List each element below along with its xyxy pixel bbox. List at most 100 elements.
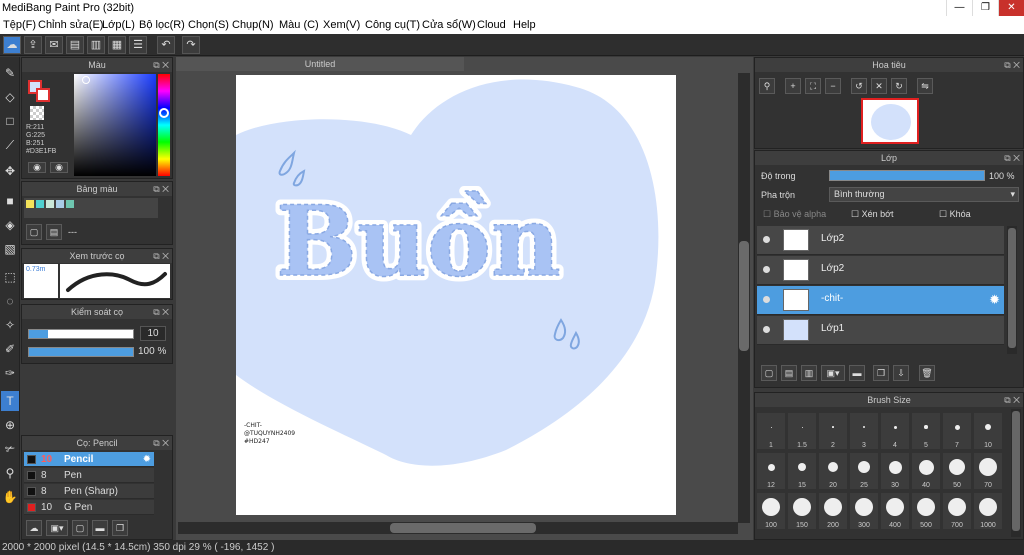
vertical-scrollbar[interactable] xyxy=(738,73,750,523)
divide-tool-icon[interactable]: ✃ xyxy=(1,439,19,459)
comment-icon[interactable]: ✉ xyxy=(45,36,63,54)
redo-icon[interactable]: ↷ xyxy=(182,36,200,54)
palette-swatch[interactable] xyxy=(66,200,74,208)
panel-options-icon[interactable]: ⧉ ✕ xyxy=(153,182,169,196)
menu-select[interactable]: Chọn(S) xyxy=(188,16,229,34)
brush-item-pen[interactable]: 8 Pen xyxy=(24,468,154,483)
panel-options-icon[interactable]: ⧉ ✕ xyxy=(153,436,169,450)
picker-cursor[interactable] xyxy=(82,76,90,84)
new-palette-icon[interactable]: ▢ xyxy=(26,224,42,240)
visibility-icon[interactable] xyxy=(763,266,770,273)
color-add-icon[interactable]: ◉ xyxy=(28,162,46,173)
brush-copy-icon[interactable]: ▢ xyxy=(72,520,88,536)
rectangle-tool-icon[interactable]: □ xyxy=(1,111,19,131)
fill-rect-tool-icon[interactable]: ■ xyxy=(1,191,19,211)
layer-row[interactable]: Lớp2 xyxy=(757,256,1004,285)
eyedropper-tool-icon[interactable]: ⚲ xyxy=(1,463,19,483)
brush-size-cell[interactable]: 2 xyxy=(819,413,847,449)
menu-tools[interactable]: Công cụ(T) xyxy=(365,16,420,34)
delete-layer-icon[interactable]: 🗑 xyxy=(919,365,935,381)
brush-size-cell[interactable]: 1000 xyxy=(974,493,1002,529)
brush-settings-gear-icon[interactable]: ✹ xyxy=(143,452,151,467)
horizontal-scroll-thumb[interactable] xyxy=(390,523,536,533)
chat-icon[interactable]: ▤ xyxy=(66,36,84,54)
menu-window[interactable]: Cửa sổ(W) xyxy=(422,16,476,34)
brush-size-cell[interactable]: 100 xyxy=(757,493,785,529)
canvas-paper[interactable]: Buồn Buồn -CHIT- @TUQUYNH2409 #HD247 xyxy=(236,75,676,515)
cloud-brush-icon[interactable]: ☁ xyxy=(26,520,42,536)
brush-size-cell[interactable]: 10 xyxy=(974,413,1002,449)
rotate-right-icon[interactable]: ↻ xyxy=(891,78,907,94)
layer-row-selected[interactable]: -chit- ✹ xyxy=(757,286,1004,315)
brush-size-cell[interactable]: 20 xyxy=(819,453,847,489)
palette-menu-icon[interactable]: ▤ xyxy=(46,224,62,240)
brush-size-cell[interactable]: 70 xyxy=(974,453,1002,489)
layer-row[interactable]: Lớp2 xyxy=(757,226,1004,255)
saturation-value-picker[interactable] xyxy=(74,74,156,176)
palette-swatch[interactable] xyxy=(26,200,34,208)
navigator-thumbnail[interactable] xyxy=(861,98,919,144)
reset-view-icon[interactable]: ✕ xyxy=(871,78,887,94)
palette-swatch[interactable] xyxy=(56,200,64,208)
zoom-icon[interactable]: ⚲ xyxy=(759,78,775,94)
select-eraser-tool-icon[interactable]: ✑ xyxy=(1,363,19,383)
document-tab[interactable]: Untitled xyxy=(176,57,464,71)
select-tool-icon[interactable]: ⬚ xyxy=(1,267,19,287)
panel-options-icon[interactable]: ⧉ ✕ xyxy=(153,58,169,72)
menu-filter[interactable]: Bộ lọc(R) xyxy=(139,16,185,34)
layer-row[interactable]: Lớp1 xyxy=(757,316,1004,345)
color-remove-icon[interactable]: ◉ xyxy=(50,162,68,173)
cloud-icon[interactable]: ☁ xyxy=(3,36,21,54)
brush-size-cell[interactable]: 700 xyxy=(943,493,971,529)
add-layer-menu-icon[interactable]: ▣▾ xyxy=(821,365,845,381)
fit-icon[interactable]: ⛶ xyxy=(805,78,821,94)
menu-edit[interactable]: Chỉnh sửa(E) xyxy=(38,16,103,34)
layer-opacity-slider[interactable] xyxy=(829,170,985,181)
palette-swatch[interactable] xyxy=(46,200,54,208)
menu-help[interactable]: Help xyxy=(513,16,536,34)
brush-size-cell[interactable]: 7 xyxy=(943,413,971,449)
brush-size-slider[interactable] xyxy=(28,329,134,339)
layer-folder-icon[interactable]: ▬ xyxy=(849,365,865,381)
select-pen-tool-icon[interactable]: ✐ xyxy=(1,339,19,359)
minimize-icon[interactable]: — xyxy=(946,0,972,16)
new-layer-icon[interactable]: ▢ xyxy=(761,365,777,381)
horizontal-scrollbar[interactable] xyxy=(178,522,738,534)
brush-size-cell[interactable]: 1 xyxy=(757,413,785,449)
brush-size-scroll-thumb[interactable] xyxy=(1012,411,1020,531)
brush-size-cell[interactable]: 500 xyxy=(912,493,940,529)
panel-options-icon[interactable]: ⧉ ✕ xyxy=(1004,58,1020,72)
menu-layer[interactable]: Lớp(L) xyxy=(102,16,135,34)
hue-cursor[interactable] xyxy=(159,108,169,118)
brush-delete-icon[interactable]: ❐ xyxy=(112,520,128,536)
duplicate-layer-icon[interactable]: ❐ xyxy=(873,365,889,381)
visibility-icon[interactable] xyxy=(763,296,770,303)
operation-tool-icon[interactable]: ⊕ xyxy=(1,415,19,435)
grid-icon[interactable]: ▦ xyxy=(108,36,126,54)
list-icon[interactable]: ☰ xyxy=(129,36,147,54)
menu-capture[interactable]: Chụp(N) xyxy=(232,16,274,34)
brush-size-cell[interactable]: 150 xyxy=(788,493,816,529)
panel-options-icon[interactable]: ⧉ ✕ xyxy=(1004,393,1020,407)
brush-size-cell[interactable]: 3 xyxy=(850,413,878,449)
menu-file[interactable]: Tệp(F) xyxy=(3,16,36,34)
close-icon[interactable]: ✕ xyxy=(998,0,1024,16)
brush-size-cell[interactable]: 1.5 xyxy=(788,413,816,449)
text-tool-icon[interactable]: T xyxy=(1,391,19,411)
bucket-tool-icon[interactable]: ◈ xyxy=(1,215,19,235)
brush-tool-icon[interactable]: ✎ xyxy=(1,63,19,83)
brush-size-cell[interactable]: 30 xyxy=(881,453,909,489)
menu-view[interactable]: Xem(V) xyxy=(323,16,360,34)
brush-size-cell[interactable]: 12 xyxy=(757,453,785,489)
palette-swatch[interactable] xyxy=(36,200,44,208)
menu-cloud[interactable]: Cloud xyxy=(477,16,506,34)
zoom-out-icon[interactable]: − xyxy=(825,78,841,94)
new-halftone-layer-icon[interactable]: ▥ xyxy=(801,365,817,381)
panel-options-icon[interactable]: ⧉ ✕ xyxy=(1004,151,1020,165)
brush-size-cell[interactable]: 200 xyxy=(819,493,847,529)
brush-size-cell[interactable]: 25 xyxy=(850,453,878,489)
gradient-tool-icon[interactable]: ▧ xyxy=(1,239,19,259)
lasso-tool-icon[interactable]: ◌ xyxy=(1,291,19,311)
menu-color[interactable]: Màu (C) xyxy=(279,16,319,34)
zoom-in-icon[interactable]: + xyxy=(785,78,801,94)
